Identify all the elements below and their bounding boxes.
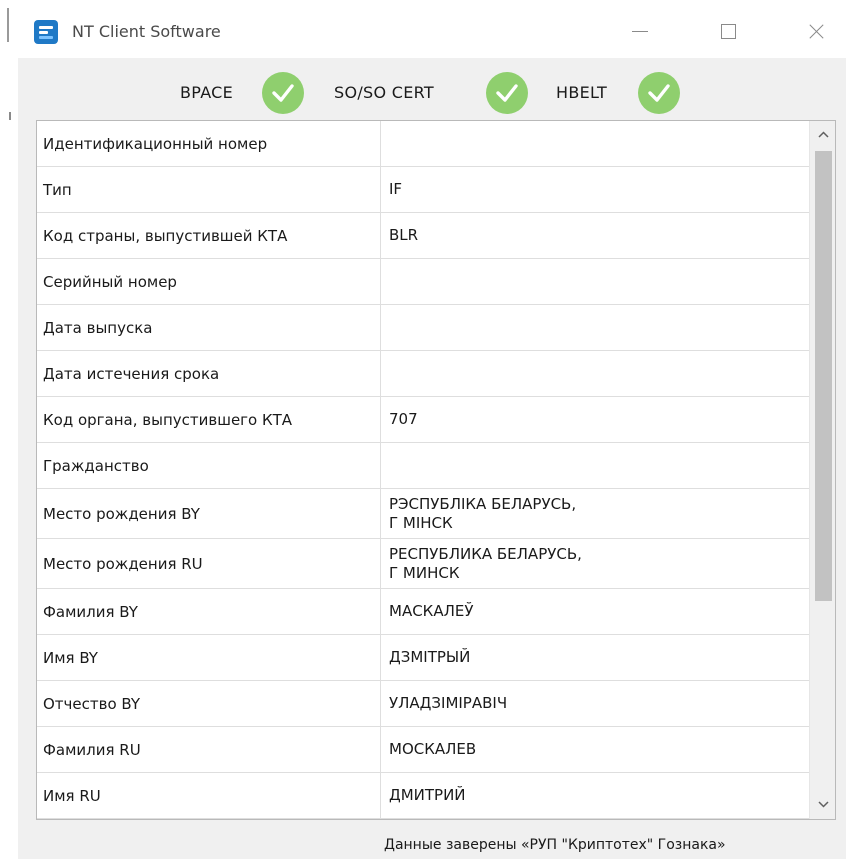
field-label: Имя BY	[37, 635, 381, 680]
table-row: Фамилия BY МАСКАЛЕЎ	[37, 589, 809, 635]
background-window-edge	[0, 0, 14, 859]
table-row: Место рождения RU РЕСПУБЛИКА БЕЛАРУСЬ, Г…	[37, 539, 809, 589]
table-row: Код органа, выпустившего КТА 707	[37, 397, 809, 443]
table-row: Фамилия RU МОСКАЛЕВ	[37, 727, 809, 773]
table-row: Отчество BY УЛАДЗІМІРАВІЧ	[37, 681, 809, 727]
field-label: Дата истечения срока	[37, 351, 381, 396]
field-value: РЭСПУБЛІКА БЕЛАРУСЬ, Г МІНСК	[381, 489, 809, 538]
vertical-scrollbar[interactable]	[809, 121, 835, 819]
field-label: Тип	[37, 167, 381, 212]
field-value: BLR	[389, 226, 419, 244]
checkmark-icon	[262, 72, 304, 114]
chevron-up-icon	[818, 131, 829, 138]
scrollbar-thumb[interactable]	[815, 151, 832, 601]
table-row: Тип IF	[37, 167, 809, 213]
field-label: Место рождения BY	[37, 489, 381, 538]
verification-status-bar: BPACE SO/SO CERT HBELT	[18, 68, 846, 118]
scroll-down-button[interactable]	[810, 791, 835, 819]
app-logo-icon	[34, 20, 58, 44]
field-label: Место рождения RU	[37, 539, 381, 588]
field-value: МОСКАЛЕВ	[389, 740, 477, 758]
field-value-line: РЕСПУБЛИКА БЕЛАРУСЬ,	[389, 544, 582, 563]
table-row: Место рождения BY РЭСПУБЛІКА БЕЛАРУСЬ, Г…	[37, 489, 809, 539]
field-value: МАСКАЛЕЎ	[389, 602, 474, 620]
field-label: Гражданство	[37, 443, 381, 488]
table-row: Серийный номер	[37, 259, 809, 305]
field-label: Имя RU	[37, 773, 381, 818]
document-data-table: Идентификационный номер Тип IF Код стран…	[36, 120, 836, 820]
field-label: Серийный номер	[37, 259, 381, 304]
field-value-line: Г МІНСК	[389, 513, 453, 532]
field-label: Код органа, выпустившего КТА	[37, 397, 381, 442]
app-window: NT Client Software BPACE SO/SO CERT HBEL…	[18, 0, 846, 859]
check-label: SO/SO CERT	[334, 83, 434, 102]
field-value: 707	[389, 410, 418, 428]
table-row: Гражданство	[37, 443, 809, 489]
scroll-up-button[interactable]	[810, 121, 835, 149]
table-row: Идентификационный номер	[37, 121, 809, 167]
field-value	[381, 259, 809, 304]
field-value-line: РЭСПУБЛІКА БЕЛАРУСЬ,	[389, 494, 577, 513]
field-value	[381, 305, 809, 350]
table-row: Дата истечения срока	[37, 351, 809, 397]
field-value	[381, 351, 809, 396]
field-value-line: Г МИНСК	[389, 563, 460, 582]
field-value	[381, 121, 809, 166]
table-row: Имя BY ДЗМІТРЫЙ	[37, 635, 809, 681]
field-label: Код страны, выпустившей КТА	[37, 213, 381, 258]
chevron-down-icon	[818, 801, 829, 808]
check-label: HBELT	[556, 83, 608, 102]
field-value: ДЗМІТРЫЙ	[389, 648, 471, 666]
check-label: BPACE	[180, 83, 234, 102]
certification-footer: Данные заверены «РУП "Криптотех" Гознака…	[384, 837, 726, 853]
field-label: Фамилия BY	[37, 589, 381, 634]
field-label: Отчество BY	[37, 681, 381, 726]
checkmark-icon	[638, 72, 680, 114]
checkmark-icon	[486, 72, 528, 114]
field-value	[381, 443, 809, 488]
close-button[interactable]	[794, 14, 838, 48]
field-label: Идентификационный номер	[37, 121, 381, 166]
field-value: РЕСПУБЛИКА БЕЛАРУСЬ, Г МИНСК	[381, 539, 809, 588]
table-row: Дата выпуска	[37, 305, 809, 351]
title-bar[interactable]: NT Client Software	[18, 0, 846, 58]
window-title: NT Client Software	[72, 22, 221, 41]
table-rows: Идентификационный номер Тип IF Код стран…	[37, 121, 809, 819]
field-label: Дата выпуска	[37, 305, 381, 350]
field-value: УЛАДЗІМІРАВІЧ	[389, 694, 508, 712]
minimize-button[interactable]	[618, 14, 662, 48]
field-label: Фамилия RU	[37, 727, 381, 772]
field-value: ДМИТРИЙ	[389, 786, 466, 804]
field-value: IF	[389, 180, 403, 198]
background-window-mark	[9, 112, 11, 120]
table-row: Имя RU ДМИТРИЙ	[37, 773, 809, 819]
maximize-button[interactable]	[706, 14, 750, 48]
table-row: Код страны, выпустившей КТА BLR	[37, 213, 809, 259]
background-window-border	[7, 8, 9, 42]
